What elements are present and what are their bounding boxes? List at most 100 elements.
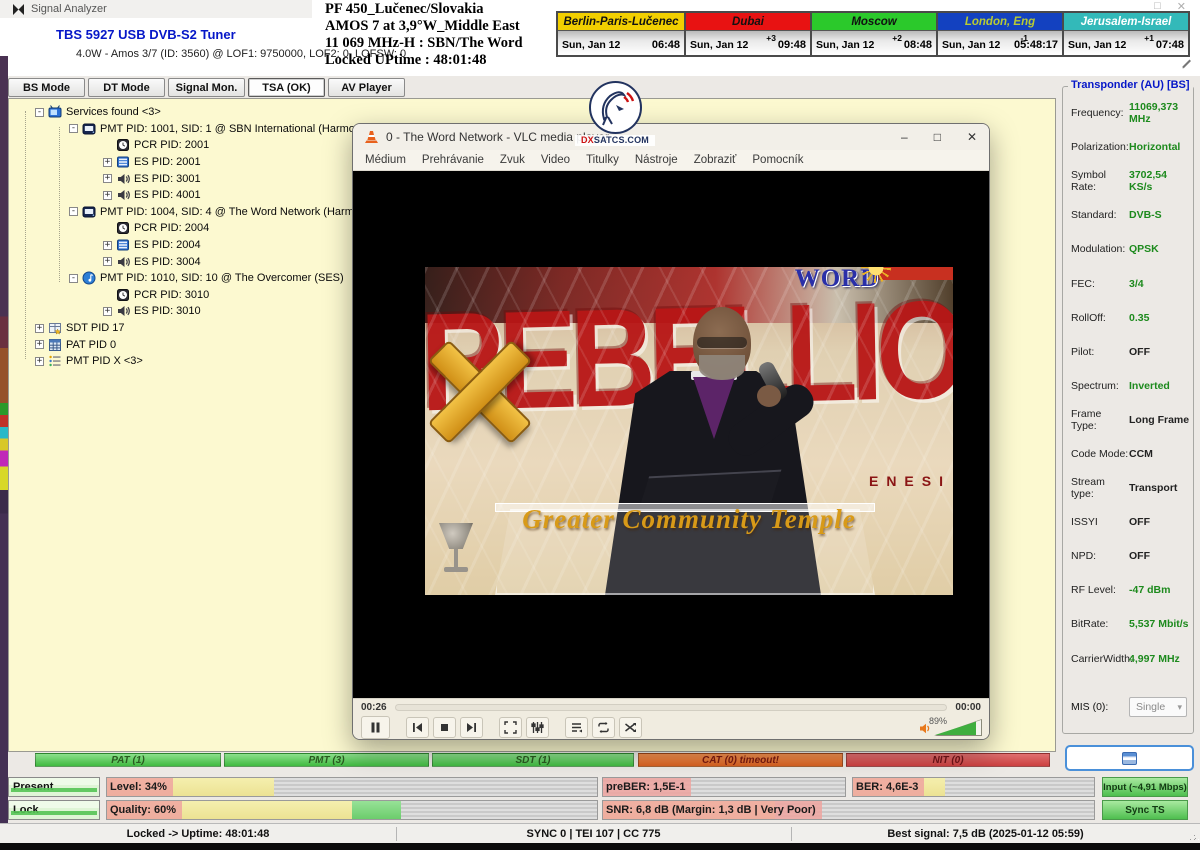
vlc-menu-zvuk[interactable]: Zvuk [500, 154, 525, 166]
expand-toggle[interactable]: + [103, 174, 112, 183]
transponder-field: NPD:OFF [1071, 539, 1193, 573]
field-label: Code Mode: [1071, 448, 1129, 460]
expand-toggle[interactable]: - [69, 207, 78, 216]
expand-toggle[interactable]: + [35, 340, 44, 349]
tree-label: PMT PID X <3> [66, 355, 143, 367]
tab-av-player[interactable]: AV Player [328, 78, 405, 97]
transponder-field: RollOff:0.35 [1071, 301, 1193, 335]
clock-time: 08:48 [904, 39, 932, 51]
vlc-controls: 00:26 00:00 [353, 698, 989, 739]
tree-label: PCR PID: 2001 [134, 139, 209, 151]
audio-icon [116, 188, 130, 202]
volume-control[interactable]: 89% [919, 720, 981, 735]
previous-button[interactable] [406, 717, 429, 738]
tree-label: PMT PID: 1001, SID: 1 @ SBN Internationa… [100, 123, 373, 135]
field-value: DVB-S [1129, 209, 1162, 221]
stop-button[interactable] [433, 717, 456, 738]
video-frame: REBELLIO THE WORD ENESI [425, 267, 953, 595]
volume-slider[interactable] [935, 720, 981, 735]
vlc-titlebar[interactable]: 0 - The Word Network - VLC media player … [353, 124, 989, 150]
clock-date: Sun, Jan 12 [1068, 39, 1126, 51]
video-icon [116, 155, 130, 169]
level-bar: Level: 34% [106, 777, 598, 797]
vlc-menu-video[interactable]: Video [541, 154, 570, 166]
clock-city: Jerusalem-Israel [1064, 13, 1188, 31]
mis-dropdown[interactable]: Single ▾ [1129, 697, 1187, 717]
expand-toggle[interactable]: + [103, 241, 112, 250]
app-titlebar: Signal Analyzer [0, 0, 312, 18]
input-rate-indicator: Input (~4,91 Mbps) [1102, 777, 1188, 797]
extended-settings-button[interactable] [526, 717, 549, 738]
tab-tsa-ok-[interactable]: TSA (OK) [248, 78, 325, 97]
preber-bar: preBER: 1,5E-1 [602, 777, 846, 797]
expand-toggle[interactable]: + [35, 357, 44, 366]
transponder-panel: Frequency:11069,373 MHzPolarization:Hori… [1062, 86, 1194, 734]
transponder-field: RF Level:-47 dBm [1071, 573, 1193, 607]
pmt-icon [82, 122, 96, 136]
vlc-menu-prehrvanie[interactable]: Prehrávanie [422, 154, 484, 166]
field-label: CarrierWidth: [1071, 653, 1129, 665]
clock-utc-offset: +1 [1144, 33, 1154, 43]
playlist-button[interactable] [565, 717, 588, 738]
resize-grip[interactable] [1195, 838, 1196, 839]
pause-button[interactable] [361, 716, 390, 739]
expand-toggle[interactable]: - [69, 274, 78, 283]
pcr-icon [116, 138, 130, 152]
vlc-menu-pomocnk[interactable]: Pomocník [752, 154, 803, 166]
tree-row[interactable]: -Services found <3> [35, 104, 1055, 121]
tuner-name: TBS 5927 USB DVB-S2 Tuner [56, 27, 236, 42]
vlc-menu-nstroje[interactable]: Nástroje [635, 154, 678, 166]
clock-moscow: MoscowSun, Jan 12+208:48 [810, 13, 936, 55]
clock-time: 07:48 [1156, 39, 1184, 51]
field-label: RF Level: [1071, 584, 1129, 596]
present-indicator: Present [8, 777, 100, 797]
tree-label: PMT PID: 1004, SID: 4 @ The Word Network… [100, 206, 378, 218]
statusbar: Locked -> Uptime: 48:01:48 SYNC 0 | TEI … [0, 823, 1200, 843]
tab-dt-mode[interactable]: DT Mode [88, 78, 165, 97]
lock-indicator: Lock [8, 800, 100, 820]
tab-bs-mode[interactable]: BS Mode [8, 78, 85, 97]
expand-toggle[interactable]: + [103, 191, 112, 200]
world-clocks: Berlin-Paris-LučenecSun, Jan 1206:48Duba… [556, 11, 1190, 57]
mis-label: MIS (0): [1071, 701, 1129, 713]
clock-berlin-paris-lu-enec: Berlin-Paris-LučenecSun, Jan 1206:48 [558, 13, 684, 55]
tree-label: PMT PID: 1010, SID: 10 @ The Overcomer (… [100, 272, 344, 284]
tree-label: ES PID: 2001 [134, 156, 201, 168]
expand-toggle[interactable]: - [35, 108, 44, 117]
fullscreen-button[interactable] [499, 717, 522, 738]
vlc-maximize-icon[interactable]: □ [934, 130, 941, 144]
expand-toggle[interactable]: + [103, 307, 112, 316]
vlc-menu-zobrazi[interactable]: Zobraziť [694, 154, 737, 166]
ber-bar: BER: 4,6E-3 [852, 777, 1095, 797]
clock-date: Sun, Jan 12 [942, 39, 1000, 51]
field-label: FEC: [1071, 278, 1129, 290]
loop-button[interactable] [592, 717, 615, 738]
expand-toggle[interactable]: + [103, 158, 112, 167]
audio-icon [116, 255, 130, 269]
vlc-menu-titulky[interactable]: Titulky [586, 154, 619, 166]
vlc-minimize-icon[interactable]: – [901, 130, 908, 144]
audio-icon [116, 304, 130, 318]
transponder-field: ISSYIOFF [1071, 505, 1193, 539]
expand-toggle[interactable]: + [103, 257, 112, 266]
vlc-menu-mdium[interactable]: Médium [365, 154, 406, 166]
seek-bar[interactable] [395, 704, 948, 711]
tree-label: ES PID: 4001 [134, 189, 201, 201]
expand-toggle[interactable]: - [69, 124, 78, 133]
the-word-network-logo: THE WORD [785, 267, 889, 293]
expand-toggle[interactable]: + [35, 324, 44, 333]
vlc-close-icon[interactable]: ✕ [967, 130, 977, 144]
field-label: Symbol Rate: [1071, 169, 1129, 193]
glasses [697, 337, 747, 348]
field-value: 11069,373 MHz [1129, 101, 1193, 125]
si-table-bar-nit: NIT (0) [846, 753, 1050, 767]
field-value: OFF [1129, 550, 1150, 562]
tab-signal-mon-[interactable]: Signal Mon. [168, 78, 245, 97]
background-window-edge [0, 56, 8, 845]
annotation-line: Locked UPtime : 48:01:48 [325, 52, 523, 69]
random-button[interactable] [619, 717, 642, 738]
field-label: ISSYI [1071, 516, 1129, 528]
next-button[interactable] [460, 717, 483, 738]
field-value: 0.35 [1129, 312, 1149, 324]
capture-button[interactable] [1065, 745, 1194, 771]
